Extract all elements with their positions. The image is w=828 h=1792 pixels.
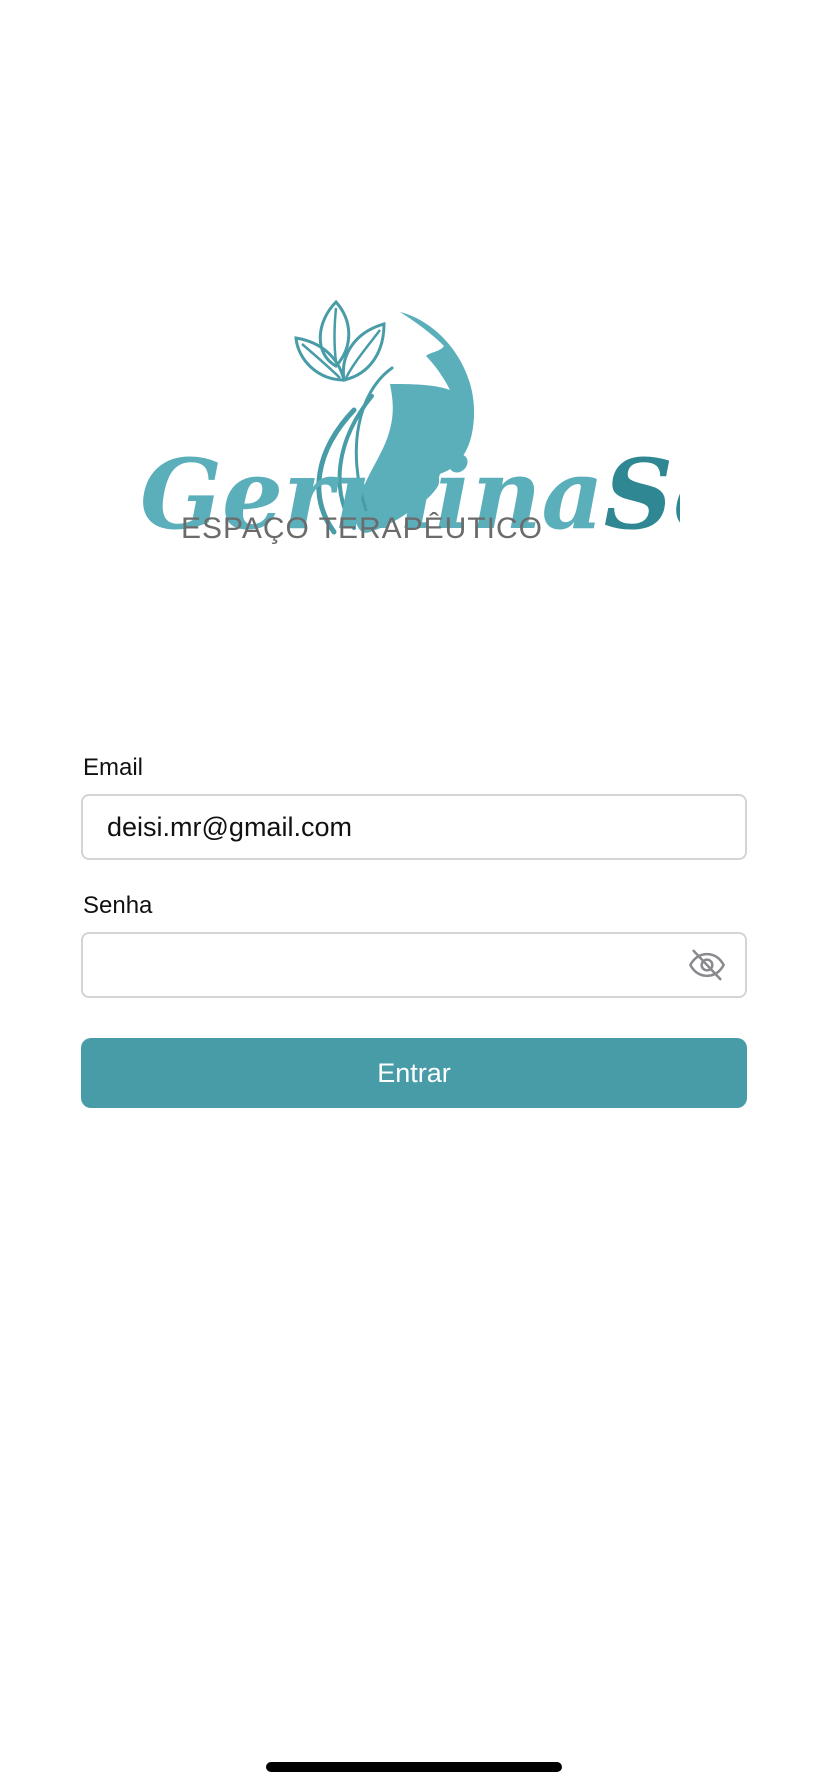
password-label: Senha <box>83 892 153 919</box>
login-form: Email Senha Entrar <box>81 752 747 1108</box>
email-field-container <box>81 794 747 860</box>
login-button[interactable]: Entrar <box>81 1038 747 1108</box>
logo-subtitle: ESPAÇO TERAPÊUTICO <box>181 512 543 545</box>
password-field-container <box>81 932 747 998</box>
brand-logo: GerminaSer ESPAÇO TERAPÊUTICO <box>140 300 680 640</box>
email-label: Email <box>83 754 144 781</box>
brand-logo-graphic: GerminaSer ESPAÇO TERAPÊUTICO <box>140 300 680 551</box>
password-input[interactable] <box>83 934 745 996</box>
logo-wordmark-part2: Ser <box>604 438 680 551</box>
email-input[interactable] <box>83 796 745 858</box>
home-indicator[interactable] <box>266 1762 562 1772</box>
eye-slash-icon[interactable] <box>685 943 729 987</box>
